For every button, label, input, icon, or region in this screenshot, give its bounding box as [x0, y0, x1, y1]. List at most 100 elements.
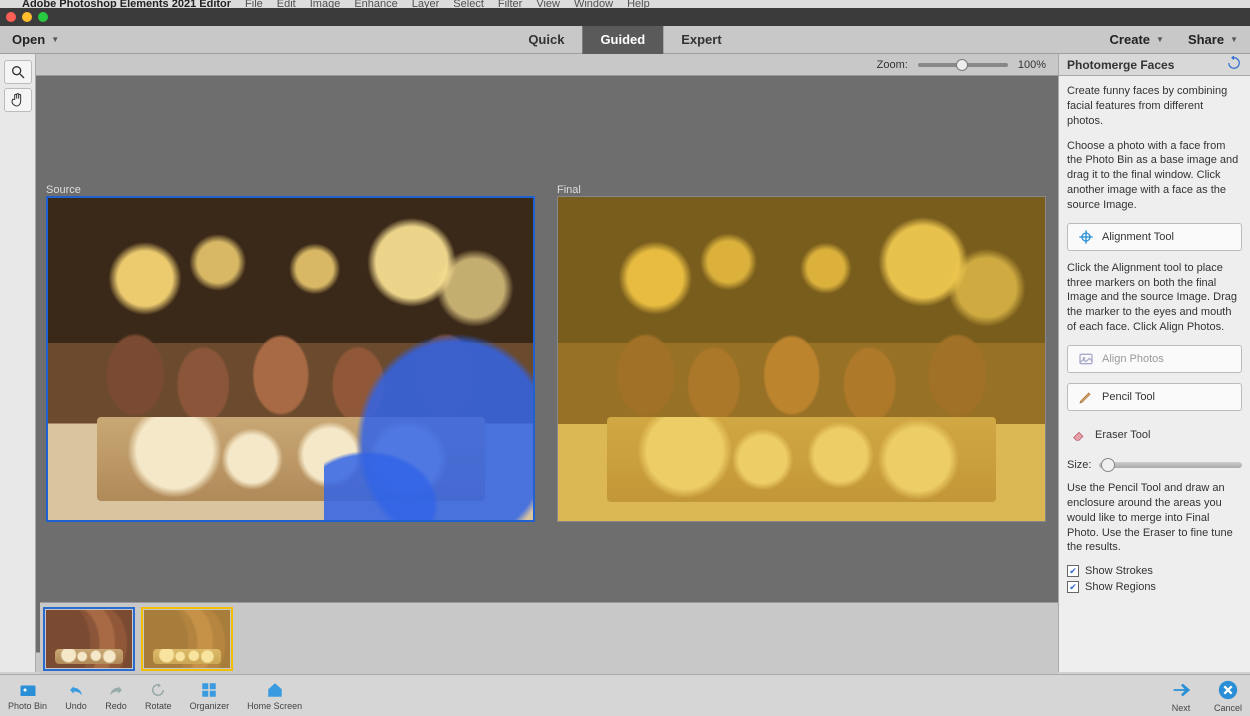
- tab-guided[interactable]: Guided: [582, 26, 663, 54]
- panel-pencil-help: Use the Pencil Tool and draw an enclosur…: [1067, 481, 1242, 555]
- eraser-icon: [1071, 427, 1087, 443]
- zoom-slider-knob[interactable]: [956, 59, 968, 71]
- panel-title: Photomerge Faces: [1067, 58, 1174, 72]
- zoom-value: 100%: [1018, 59, 1046, 71]
- arrow-right-icon: [1168, 679, 1194, 701]
- home-label: Home Screen: [247, 701, 302, 711]
- pencil-icon: [1078, 389, 1094, 405]
- home-screen-button[interactable]: Home Screen: [247, 681, 302, 711]
- pencil-tool-label: Pencil Tool: [1102, 391, 1155, 403]
- panel-align-help: Click the Alignment tool to place three …: [1067, 261, 1242, 335]
- menu-layer[interactable]: Layer: [412, 0, 440, 8]
- source-label: Source: [46, 184, 81, 196]
- align-photos-button[interactable]: Align Photos: [1067, 345, 1242, 373]
- tool-rail: [0, 54, 36, 672]
- panel-intro-2: Choose a photo with a face from the Phot…: [1067, 139, 1242, 213]
- cancel-button[interactable]: Cancel: [1214, 679, 1242, 713]
- reset-icon[interactable]: [1226, 56, 1242, 73]
- alignment-tool-button[interactable]: Alignment Tool: [1067, 223, 1242, 251]
- undo-label: Undo: [65, 701, 87, 711]
- organizer-button[interactable]: Organizer: [190, 681, 230, 711]
- eraser-tool-button[interactable]: Eraser Tool: [1067, 421, 1242, 449]
- home-icon: [264, 681, 286, 699]
- menu-image[interactable]: Image: [310, 0, 341, 8]
- alignment-tool-label: Alignment Tool: [1102, 231, 1174, 243]
- photo-bin-label: Photo Bin: [8, 701, 47, 711]
- menu-edit[interactable]: Edit: [277, 0, 296, 8]
- source-image[interactable]: [46, 196, 535, 522]
- photobin-thumb-2[interactable]: [144, 610, 230, 668]
- app-name: Adobe Photoshop Elements 2021 Editor: [22, 0, 231, 8]
- share-button[interactable]: Share ▼: [1176, 26, 1250, 53]
- open-label: Open: [12, 32, 45, 47]
- final-image[interactable]: [557, 196, 1046, 522]
- redo-button[interactable]: Redo: [105, 681, 127, 711]
- menu-file[interactable]: File: [245, 0, 263, 8]
- create-button[interactable]: Create ▼: [1098, 26, 1176, 53]
- cancel-label: Cancel: [1214, 703, 1242, 713]
- chevron-down-icon: ▼: [1230, 35, 1238, 44]
- rotate-button[interactable]: Rotate: [145, 681, 172, 711]
- cancel-icon: [1215, 679, 1241, 701]
- bottom-bar: Photo Bin Undo Redo Rotate Organizer Hom…: [0, 674, 1250, 716]
- target-icon: [1078, 229, 1094, 245]
- open-button[interactable]: Open ▼: [0, 26, 71, 53]
- organizer-label: Organizer: [190, 701, 230, 711]
- close-icon[interactable]: [6, 12, 16, 22]
- photo-bin-button[interactable]: Photo Bin: [8, 681, 47, 711]
- selection-overlay: [324, 317, 535, 522]
- window-titlebar: [0, 8, 1250, 26]
- guided-panel: Photomerge Faces Create funny faces by c…: [1058, 54, 1250, 672]
- photobin-thumb-1[interactable]: [46, 610, 132, 668]
- minimize-icon[interactable]: [22, 12, 32, 22]
- zoom-slider[interactable]: [918, 63, 1008, 67]
- undo-button[interactable]: Undo: [65, 681, 87, 711]
- main-toolbar: Open ▼ Quick Guided Expert Create ▼ Shar…: [0, 26, 1250, 54]
- show-regions-checkbox[interactable]: ✔: [1067, 581, 1079, 593]
- tab-expert[interactable]: Expert: [663, 26, 739, 54]
- hand-tool-icon[interactable]: [4, 88, 32, 112]
- next-label: Next: [1172, 703, 1191, 713]
- panel-intro-1: Create funny faces by combining facial f…: [1067, 84, 1242, 129]
- photo-bin: [40, 602, 1058, 674]
- size-label: Size:: [1067, 459, 1091, 471]
- menu-help[interactable]: Help: [627, 0, 650, 8]
- menu-window[interactable]: Window: [574, 0, 613, 8]
- menu-filter[interactable]: Filter: [498, 0, 522, 8]
- grid-icon: [198, 681, 220, 699]
- menu-view[interactable]: View: [536, 0, 560, 8]
- region-overlay: [558, 197, 1045, 521]
- canvas-area: Source Final: [36, 76, 1058, 652]
- macos-menubar: Adobe Photoshop Elements 2021 Editor Fil…: [0, 0, 1250, 8]
- chevron-down-icon: ▼: [1156, 35, 1164, 44]
- menu-select[interactable]: Select: [453, 0, 484, 8]
- photo-bin-icon: [17, 681, 39, 699]
- zoom-tool-icon[interactable]: [4, 60, 32, 84]
- redo-icon: [105, 681, 127, 699]
- mode-tabs: Quick Guided Expert: [510, 26, 739, 54]
- pencil-tool-button[interactable]: Pencil Tool: [1067, 383, 1242, 411]
- create-label: Create: [1110, 32, 1150, 47]
- share-label: Share: [1188, 32, 1224, 47]
- rotate-icon: [147, 681, 169, 699]
- window-controls: [6, 12, 48, 22]
- align-photos-label: Align Photos: [1102, 353, 1164, 365]
- show-regions-label: Show Regions: [1085, 581, 1156, 593]
- show-strokes-label: Show Strokes: [1085, 565, 1153, 577]
- final-label: Final: [557, 184, 581, 196]
- zoom-label: Zoom:: [877, 59, 908, 71]
- chevron-down-icon: ▼: [51, 35, 59, 44]
- show-strokes-checkbox[interactable]: ✔: [1067, 565, 1079, 577]
- zoom-bar: Zoom: 100%: [36, 54, 1058, 76]
- size-slider[interactable]: [1099, 462, 1242, 468]
- undo-icon: [65, 681, 87, 699]
- size-slider-knob[interactable]: [1101, 458, 1115, 472]
- next-button[interactable]: Next: [1168, 679, 1194, 713]
- eraser-tool-label: Eraser Tool: [1095, 429, 1150, 441]
- image-icon: [1078, 351, 1094, 367]
- maximize-icon[interactable]: [38, 12, 48, 22]
- tab-quick[interactable]: Quick: [510, 26, 582, 54]
- rotate-label: Rotate: [145, 701, 172, 711]
- redo-label: Redo: [105, 701, 127, 711]
- menu-enhance[interactable]: Enhance: [354, 0, 397, 8]
